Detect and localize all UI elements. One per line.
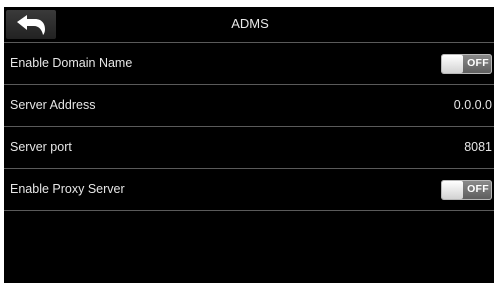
server-address-value: 0.0.0.0 [453, 98, 492, 112]
setting-row-server-address[interactable]: Server Address 0.0.0.0 [4, 85, 494, 127]
setting-row-enable-proxy-server[interactable]: Enable Proxy Server OFF [4, 169, 494, 211]
server-port-value: 8081 [464, 140, 492, 154]
adms-settings-screen: ADMS Enable Domain Name OFF Server Addre… [4, 7, 494, 283]
enable-domain-name-toggle[interactable]: OFF [441, 54, 492, 74]
setting-label: Enable Proxy Server [10, 182, 125, 196]
setting-label: Enable Domain Name [10, 56, 133, 70]
toggle-knob [442, 55, 463, 73]
enable-proxy-server-toggle[interactable]: OFF [441, 180, 492, 200]
toggle-knob [442, 181, 463, 199]
header-bar: ADMS [4, 7, 494, 43]
setting-label: Server port [10, 140, 72, 154]
setting-label: Server Address [10, 98, 96, 112]
setting-row-enable-domain-name[interactable]: Enable Domain Name OFF [4, 43, 494, 85]
toggle-state-label: OFF [467, 183, 489, 195]
toggle-state-label: OFF [467, 57, 489, 69]
setting-row-server-port[interactable]: Server port 8081 [4, 127, 494, 169]
page-title: ADMS [231, 16, 269, 31]
